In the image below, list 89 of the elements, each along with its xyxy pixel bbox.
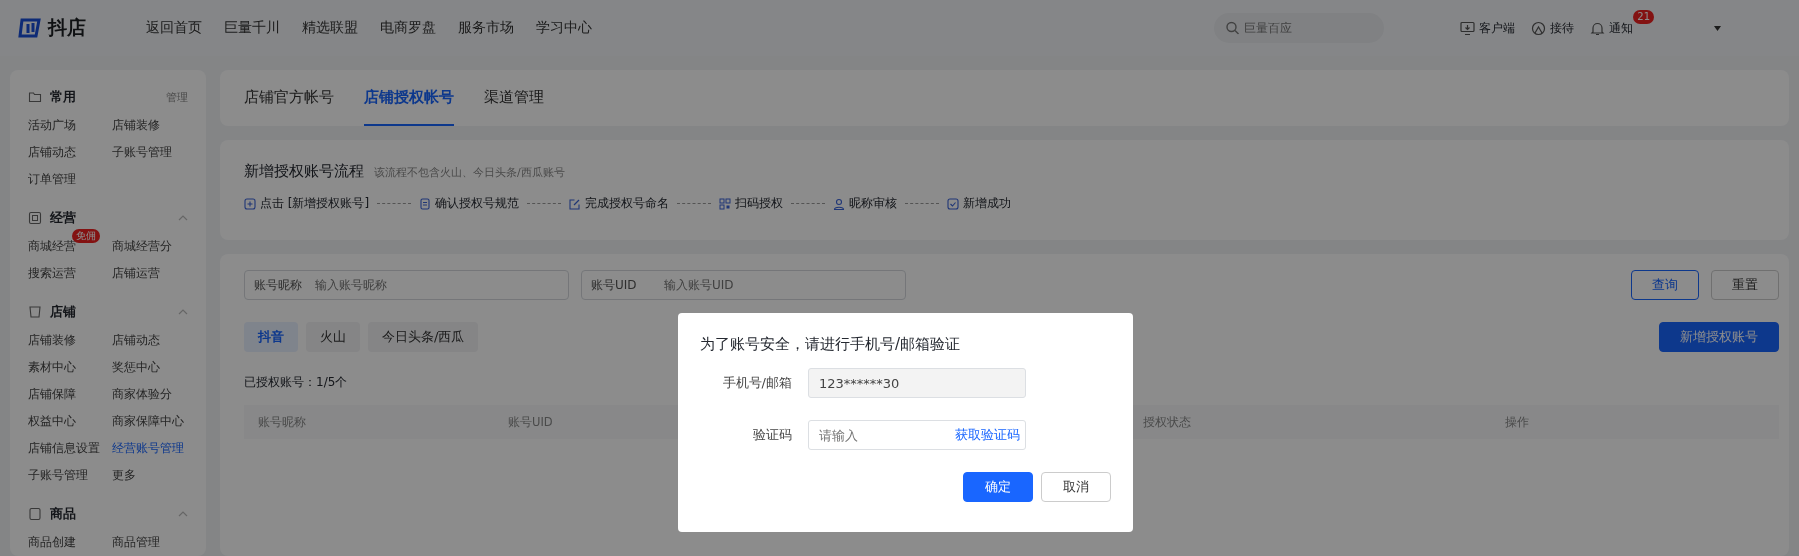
sidebar-item[interactable]: 商品创建 bbox=[28, 535, 76, 549]
tab[interactable]: 渠道管理 bbox=[484, 70, 544, 126]
process-title: 新增授权账号流程 bbox=[244, 162, 364, 181]
notification-badge: 21 bbox=[1633, 10, 1654, 24]
document-icon bbox=[419, 197, 432, 210]
sidebar-item[interactable]: 店铺装修 bbox=[28, 333, 76, 347]
nav-link[interactable]: 服务市场 bbox=[458, 19, 514, 37]
check-icon bbox=[947, 197, 960, 210]
sidebar-item[interactable]: 商品管理 bbox=[112, 535, 160, 549]
step-label: 新增成功 bbox=[963, 195, 1012, 212]
sidebar-item[interactable]: 商家保障中心 bbox=[112, 414, 184, 428]
qr-code-icon bbox=[719, 197, 732, 210]
sidebar-item[interactable]: 商家体验分 bbox=[112, 387, 172, 401]
bell-icon bbox=[1590, 20, 1606, 36]
section-title: 经营 bbox=[50, 209, 77, 227]
field-label: 账号UID bbox=[591, 276, 637, 294]
sidebar-item[interactable]: 子账号管理 bbox=[28, 468, 88, 482]
action-label: 通知 bbox=[1609, 19, 1634, 37]
platform-tab[interactable]: 抖音 bbox=[244, 322, 298, 352]
sidebar-item[interactable]: 店铺运营 bbox=[112, 266, 160, 280]
sidebar-item[interactable]: 搜索运营 bbox=[28, 266, 76, 280]
column-header: 授权状态 bbox=[1143, 414, 1192, 430]
account-count: 已授权账号：1/5个 bbox=[244, 374, 348, 391]
sidebar-item[interactable]: 商城经营分 bbox=[112, 239, 172, 253]
folder-icon bbox=[28, 90, 42, 104]
add-account-button[interactable]: 新增授权账号 bbox=[1659, 322, 1779, 352]
user-icon bbox=[833, 197, 846, 210]
sidebar-item[interactable]: 订单管理 bbox=[28, 172, 76, 186]
column-header: 操作 bbox=[1505, 414, 1530, 430]
sidebar-item[interactable]: 权益中心 bbox=[28, 414, 76, 428]
platform-tab[interactable]: 火山 bbox=[306, 322, 360, 352]
sidebar-item[interactable]: 活动广场 bbox=[28, 118, 76, 132]
tab[interactable]: 店铺官方帐号 bbox=[244, 70, 334, 126]
nav-link[interactable]: 返回首页 bbox=[146, 19, 202, 37]
header-notice-link[interactable]: 通知 bbox=[1590, 19, 1634, 37]
sidebar-item[interactable]: 奖惩中心 bbox=[112, 360, 160, 374]
account-input-field: 123******30 bbox=[808, 368, 1026, 398]
edit-icon bbox=[569, 197, 582, 210]
step-label: 点击 [新增授权账号] bbox=[260, 195, 370, 212]
step-label: 扫码授权 bbox=[735, 195, 784, 212]
monitor-icon bbox=[1460, 20, 1476, 36]
search-field[interactable]: 巨量百应 bbox=[1214, 13, 1385, 43]
sidebar-item[interactable]: 店铺装修 bbox=[112, 118, 160, 132]
cancel-button[interactable]: 取消 bbox=[1041, 472, 1111, 502]
promo-badge: 免佣 bbox=[72, 229, 100, 243]
field-label: 手机号/邮箱 bbox=[721, 374, 793, 392]
platform-tab[interactable]: 今日头条/西瓜 bbox=[368, 322, 479, 352]
section-title: 常用 bbox=[50, 88, 77, 106]
nav-link[interactable]: 巨量千川 bbox=[224, 19, 280, 37]
sidebar-item[interactable]: 经营账号管理 bbox=[112, 441, 184, 455]
sidebar-item[interactable]: 店铺动态 bbox=[28, 145, 76, 159]
sidebar-item[interactable]: 店铺保障 bbox=[28, 387, 76, 401]
logo-text: 抖店 bbox=[48, 15, 86, 40]
nav-link[interactable]: 学习中心 bbox=[536, 19, 592, 37]
column-header: 账号UID bbox=[508, 414, 554, 430]
header-client-link[interactable]: 客户端 bbox=[1460, 19, 1516, 37]
box-icon bbox=[28, 507, 42, 521]
query-button[interactable]: 查询 bbox=[1631, 270, 1699, 300]
search-icon bbox=[1226, 21, 1240, 35]
plus-icon bbox=[244, 197, 256, 210]
caret-icon bbox=[1714, 25, 1721, 31]
section-title: 店铺 bbox=[50, 303, 77, 321]
header-reception-link[interactable]: 接待 bbox=[1531, 19, 1575, 37]
grid-icon bbox=[28, 211, 42, 225]
sidebar-item[interactable]: 店铺信息设置 bbox=[28, 441, 100, 455]
chevron-icon[interactable] bbox=[178, 511, 188, 517]
reset-button[interactable]: 重置 bbox=[1711, 270, 1779, 300]
logo-icon bbox=[18, 17, 42, 39]
action-label: 客户端 bbox=[1479, 19, 1516, 37]
section-title: 商品 bbox=[50, 505, 77, 523]
nav-link[interactable]: 精选联盟 bbox=[302, 19, 358, 37]
step-label: 完成授权号命名 bbox=[585, 195, 670, 212]
step-label: 昵称审核 bbox=[849, 195, 898, 212]
chevron-icon[interactable] bbox=[178, 215, 188, 221]
sidebar-item[interactable]: 更多 bbox=[112, 468, 136, 482]
field-label: 验证码 bbox=[752, 426, 793, 444]
confirm-button[interactable]: 确定 bbox=[963, 472, 1033, 502]
field-label: 账号昵称 bbox=[254, 276, 302, 294]
sidebar-item[interactable]: 店铺动态 bbox=[112, 333, 160, 347]
column-header: 账号昵称 bbox=[258, 414, 307, 430]
sidebar-item[interactable]: 素材中心 bbox=[28, 360, 76, 374]
step-label: 确认授权号规范 bbox=[435, 195, 520, 212]
action-label: 接待 bbox=[1550, 19, 1575, 37]
tab[interactable]: 店铺授权帐号 bbox=[364, 70, 454, 126]
dialog-title: 为了账号安全，请进行手机号/邮箱验证 bbox=[700, 335, 962, 354]
chevron-icon[interactable] bbox=[178, 309, 188, 315]
sidebar-item[interactable]: 子账号管理 bbox=[112, 145, 172, 159]
nav-link[interactable]: 电商罗盘 bbox=[380, 19, 436, 37]
get-code-link[interactable]: 获取验证码 bbox=[955, 426, 1020, 444]
